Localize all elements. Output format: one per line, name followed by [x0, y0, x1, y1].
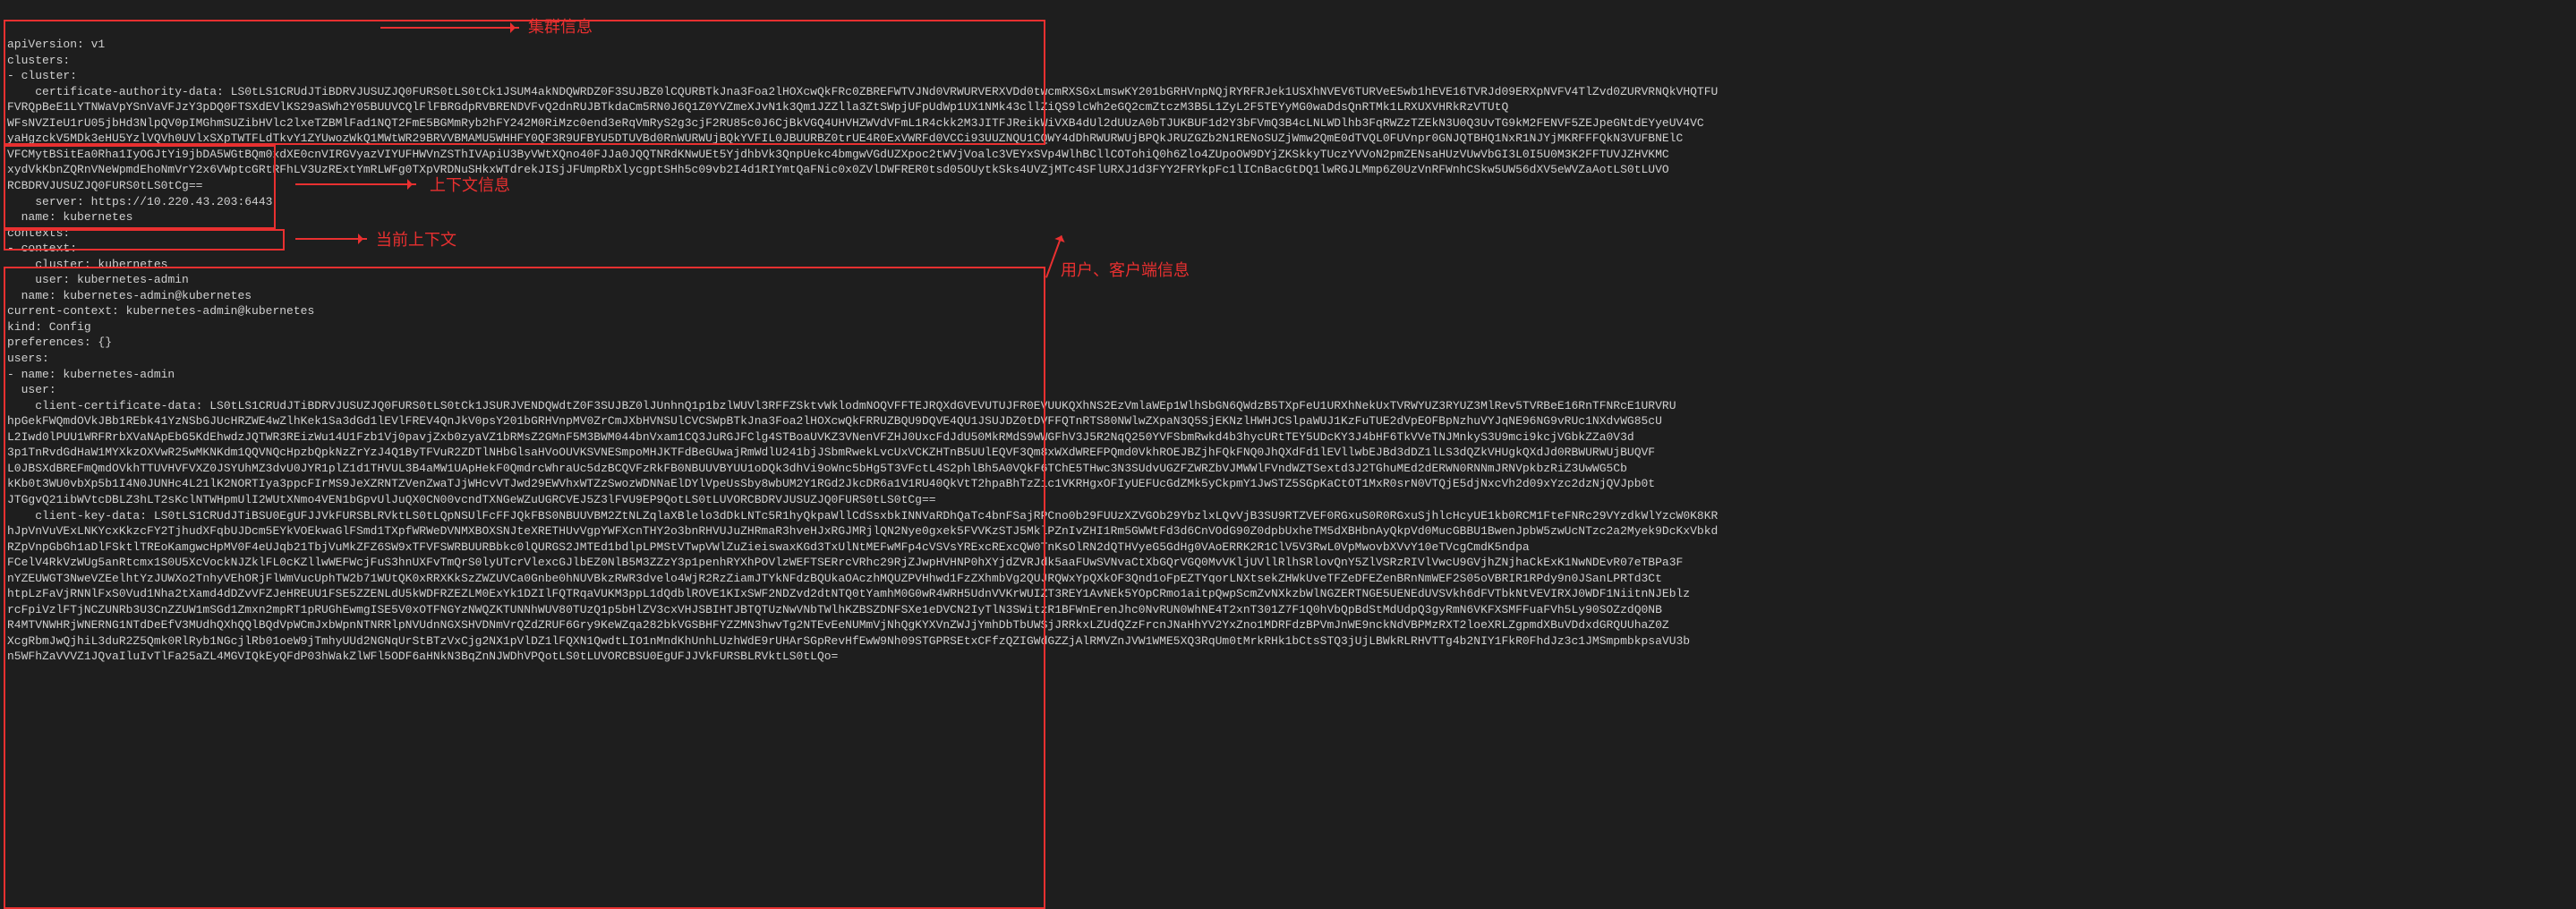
config-line: FCelV4RkVzWUg5anRtcmx1S0U5XcVockNJZklFL0… — [7, 555, 2569, 571]
config-line: - name: kubernetes-admin — [7, 367, 2569, 383]
config-line: RZpVnpGbGh1aDlFSktlTREoKamgwcHpMV0F4eUJq… — [7, 539, 2569, 556]
config-line: clusters: — [7, 53, 2569, 69]
config-line: current-context: kubernetes-admin@kubern… — [7, 303, 2569, 319]
config-line: yaHgzckV5MDk3eHU5YzlVQVh0UVlxSXpTWTFLdTk… — [7, 131, 2569, 147]
terminal-output: apiVersion: v1clusters:- cluster: certif… — [0, 0, 2576, 909]
config-line: JTGgvQ21ibWVtcDBLZ3hLT2sKclNTWHpmUlI2WUt… — [7, 492, 2569, 508]
config-line: name: kubernetes-admin@kubernetes — [7, 288, 2569, 304]
config-line: kind: Config — [7, 319, 2569, 336]
config-text: apiVersion: v1clusters:- cluster: certif… — [7, 37, 2569, 665]
config-line: certificate-authority-data: LS0tLS1CRUdJ… — [7, 84, 2569, 100]
config-line: hpGekFWQmdOVkJBb1REbk41YzNSbGJUcHRZWE4wZ… — [7, 413, 2569, 429]
config-line: user: — [7, 382, 2569, 398]
config-line: rcFpiVzlFTjNCZUNRb3U3CnZZUW1mSGd1Zmxn2mp… — [7, 602, 2569, 618]
config-line: client-key-data: LS0tLS1CRUdJTiBSU0EgUFJ… — [7, 508, 2569, 524]
config-line: htpLzFaVjRNNlFxS0Vud1Nha2tXamd4dDZvVFZJe… — [7, 586, 2569, 602]
config-line: contexts: — [7, 225, 2569, 242]
label-cluster: 集群信息 — [528, 16, 593, 38]
arrow-cluster — [380, 27, 519, 29]
config-line: 3p1TnRvdGdHaW1MYXkzOXVwR25wMKNKdm1QQVNQc… — [7, 445, 2569, 461]
config-line: name: kubernetes — [7, 209, 2569, 225]
config-line: nYZEUWGT3NweVZEelhtYzJUWXo2TnhyVEhORjFlW… — [7, 571, 2569, 587]
config-line: kKb0t3WU0vbXp5b1I4N0JUNHc4L21lK2NORTIya3… — [7, 476, 2569, 492]
config-line: VFCMytBSitEa0Rha1IyOGJtYi9jbDA5WGtBQm0xd… — [7, 147, 2569, 163]
config-line: n5WFhZaVVVZ1JQvaIluIvTlFa25aZL4MGVIQkEyQ… — [7, 649, 2569, 665]
config-line: xydVkKbnZQRnVNeWpmdEhoNmVrY2x6VWptcGRtRF… — [7, 162, 2569, 178]
config-line: - cluster: — [7, 68, 2569, 84]
config-line: preferences: {} — [7, 335, 2569, 351]
config-line: client-certificate-data: LS0tLS1CRUdJTiB… — [7, 398, 2569, 414]
config-line: XcgRbmJwQjhiL3duR2Z5Qmk0RlRyb1NGcjlRb01o… — [7, 633, 2569, 650]
config-line: FVRQpBeE1LYTNWaVpYSnVaVFJzY3pDQ0FTSXdEVl… — [7, 99, 2569, 115]
config-line: user: kubernetes-admin — [7, 272, 2569, 288]
config-line: users: — [7, 351, 2569, 367]
config-line: server: https://10.220.43.203:6443 — [7, 194, 2569, 210]
config-line: cluster: kubernetes — [7, 257, 2569, 273]
config-line: - context: — [7, 241, 2569, 257]
config-line: WFsNVZIeU1rU05jbHd3NlpQV0pIMGhmSUZibHVlc… — [7, 115, 2569, 132]
config-line: L0JBSXdBREFmQmdOVkhTTUVHVFVXZ0JSYUhMZ3dv… — [7, 461, 2569, 477]
config-line: hJpVnVuVExLNKYcxKkzcFY2TjhudXFqbUJDcm5EY… — [7, 523, 2569, 539]
config-line: R4MTVNWHRjWNERNG1NTdDeEfV3MUdhQXhQQlBQdV… — [7, 617, 2569, 633]
config-line: apiVersion: v1 — [7, 37, 2569, 53]
config-line: RCBDRVJUSUZJQ0FURS0tLS0tCg== — [7, 178, 2569, 194]
config-line: L2Iwd0lPUU1WRFRrbXVaNApEbG5KdEhwdzJQTWR3… — [7, 429, 2569, 446]
